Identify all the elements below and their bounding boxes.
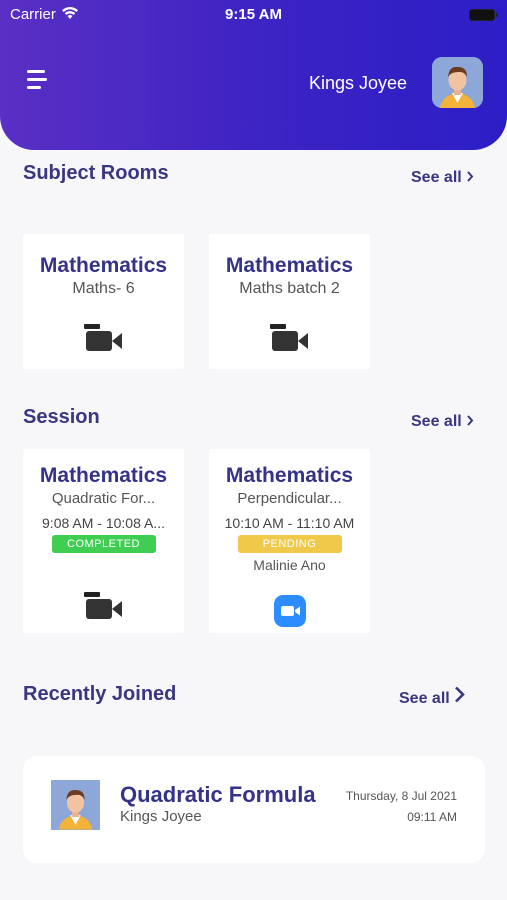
chevron-right-icon (454, 686, 465, 708)
subject-rooms-title: Subject Rooms (23, 162, 169, 184)
session-card[interactable]: Mathematics Quadratic For... 9:08 AM - 1… (23, 449, 184, 633)
chevron-right-icon (466, 413, 474, 431)
card-title: Mathematics (225, 254, 354, 277)
card-title: Mathematics (225, 464, 354, 487)
battery-icon (469, 9, 498, 21)
status-badge: PENDING (237, 535, 342, 553)
card-subtitle: Maths- 6 (72, 280, 135, 297)
status-time: 9:15 AM (225, 6, 282, 23)
recent-session-date: Thursday, 8 Jul 2021 (345, 789, 457, 803)
session-card[interactable]: Mathematics Perpendicular... 10:10 AM - … (209, 449, 370, 633)
status-badge: COMPLETED (51, 535, 156, 553)
app-header: Carrier 9:15 AM Kings Joyee (0, 0, 507, 150)
card-title: Mathematics (39, 254, 168, 277)
video-camera-icon (269, 324, 310, 359)
subject-room-card[interactable]: Mathematics Maths- 6 (23, 234, 184, 369)
subject-rooms-see-all[interactable]: See all (411, 169, 474, 187)
hamburger-menu-icon[interactable] (27, 70, 49, 92)
avatar (51, 780, 100, 830)
session-see-all[interactable]: See all (411, 413, 474, 431)
recent-session-user: Kings Joyee (120, 808, 202, 825)
card-title: Mathematics (39, 464, 168, 487)
zoom-icon[interactable] (273, 595, 306, 627)
session-time: 9:08 AM - 10:08 A... (42, 515, 165, 531)
card-subtitle: Quadratic For... (51, 490, 156, 507)
session-time: 10:10 AM - 11:10 AM (224, 515, 355, 531)
recent-session-time: 09:11 AM (407, 810, 457, 824)
see-all-label: See all (411, 413, 462, 430)
recent-session-title: Quadratic Formula (120, 782, 316, 807)
recent-session-item[interactable]: Quadratic Formula Kings Joyee Thursday, … (23, 756, 485, 863)
user-avatar[interactable] (432, 57, 483, 108)
host-name: Malinie Ano (253, 557, 326, 573)
see-all-label: See all (399, 690, 450, 707)
subject-room-card[interactable]: Mathematics Maths batch 2 (209, 234, 370, 369)
card-subtitle: Maths batch 2 (239, 280, 340, 297)
chevron-right-icon (466, 169, 474, 187)
recently-joined-see-all[interactable]: See all (399, 686, 465, 708)
status-bar: Carrier 9:15 AM (0, 4, 507, 26)
session-title: Session (23, 406, 100, 428)
video-camera-icon (83, 592, 124, 627)
recently-joined-title: Recently Joined (23, 683, 177, 705)
card-subtitle: Perpendicular... (237, 490, 342, 507)
header-user-name: Kings Joyee (308, 73, 407, 93)
see-all-label: See all (411, 169, 462, 186)
video-camera-icon (83, 324, 124, 359)
